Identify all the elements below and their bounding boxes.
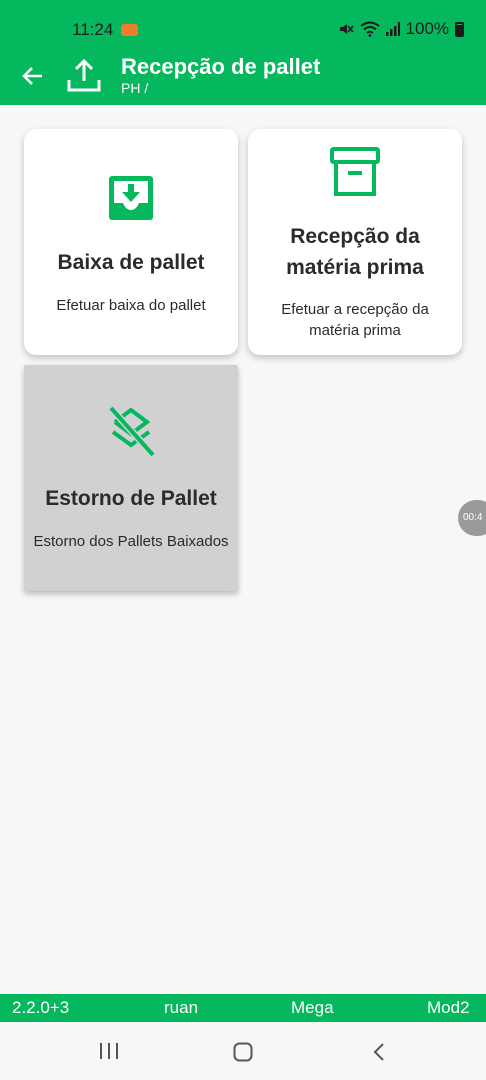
app-version: 2.2.0+3: [12, 998, 70, 1017]
card-title-line2: matéria prima: [286, 256, 424, 279]
card-title: Baixa de pallet: [57, 251, 205, 274]
archive-box-icon: [330, 147, 380, 196]
footer-bar: 2.2.0+3 ruan Mega Mod2: [0, 994, 486, 1022]
signal-icon: [385, 22, 400, 36]
card-title: Estorno de Pallet: [45, 487, 217, 510]
home-icon[interactable]: [233, 1042, 253, 1062]
card-recepcao-materia-prima[interactable]: Recepção da matéria prima Efetuar a rece…: [248, 129, 462, 355]
status-time: 11:24: [72, 20, 114, 39]
card-description-line1: Efetuar a recepção da: [281, 301, 429, 318]
download-tray-icon: [109, 176, 153, 220]
card-baixa-de-pallet[interactable]: Baixa de pallet Efetuar baixa do pallet: [24, 129, 238, 355]
system-nav-bar: [0, 1022, 486, 1080]
mute-icon: [339, 24, 354, 34]
upload-icon[interactable]: [66, 56, 102, 94]
layers-off-icon: [108, 405, 155, 457]
card-description: Efetuar baixa do pallet: [56, 297, 206, 314]
card-title-line1: Recepção da: [290, 225, 420, 248]
page-title: Recepção de pallet: [121, 54, 321, 79]
status-indicators: 100%: [338, 19, 464, 39]
company-name: Mega: [291, 998, 334, 1017]
battery-percent: 100%: [405, 19, 449, 38]
app-bar: Recepção de pallet PH /: [0, 52, 486, 105]
floating-timer-badge[interactable]: 00:4: [458, 500, 486, 536]
back-icon[interactable]: [372, 1042, 386, 1062]
card-estorno-de-pallet[interactable]: Estorno de Pallet Estorno dos Pallets Ba…: [24, 365, 238, 591]
card-description: Estorno dos Pallets Baixados: [33, 533, 229, 550]
status-bar: 11:24 100%: [0, 0, 486, 52]
wifi-icon: [359, 21, 380, 37]
module-name: Mod2: [427, 998, 470, 1017]
card-description-line2: matéria prima: [309, 322, 401, 339]
breadcrumb: PH /: [121, 80, 149, 96]
back-arrow-icon[interactable]: [20, 62, 48, 90]
recording-icon: [121, 24, 138, 36]
recent-apps-icon[interactable]: [99, 1042, 119, 1060]
user-name: ruan: [164, 998, 199, 1017]
battery-icon: [455, 21, 464, 37]
